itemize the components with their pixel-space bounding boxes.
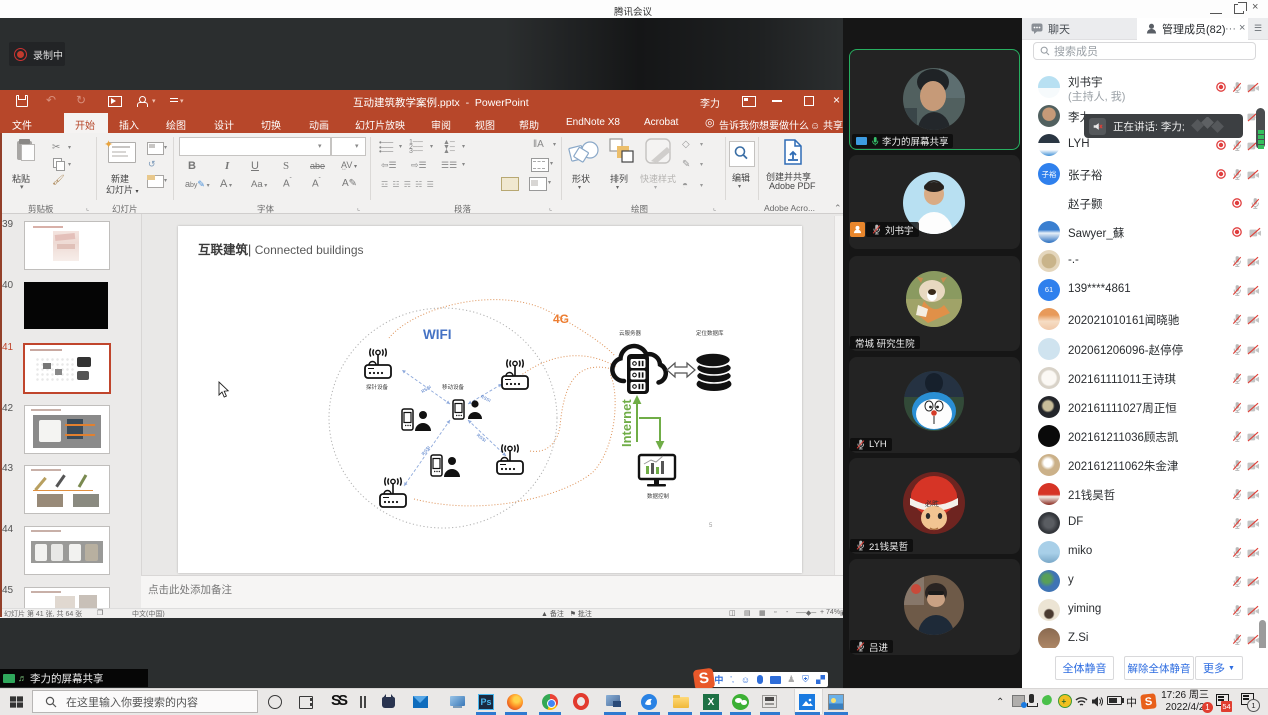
- svg-text:定位数据库: 定位数据库: [696, 329, 724, 337]
- svg-text:4G: 4G: [553, 312, 569, 326]
- svg-text:探针设备: 探针设备: [366, 383, 389, 391]
- svg-text:5: 5: [709, 523, 713, 529]
- svg-text:数据控制: 数据控制: [647, 492, 670, 500]
- svg-text:WIFI: WIFI: [423, 327, 452, 342]
- svg-text:RSSI: RSSI: [420, 384, 432, 394]
- svg-text:移动设备: 移动设备: [442, 383, 465, 391]
- svg-text:RSSI: RSSI: [476, 433, 487, 444]
- svg-text:Internet: Internet: [619, 399, 634, 447]
- svg-text:RSSI: RSSI: [480, 394, 492, 403]
- svg-text:云服务器: 云服务器: [619, 329, 642, 337]
